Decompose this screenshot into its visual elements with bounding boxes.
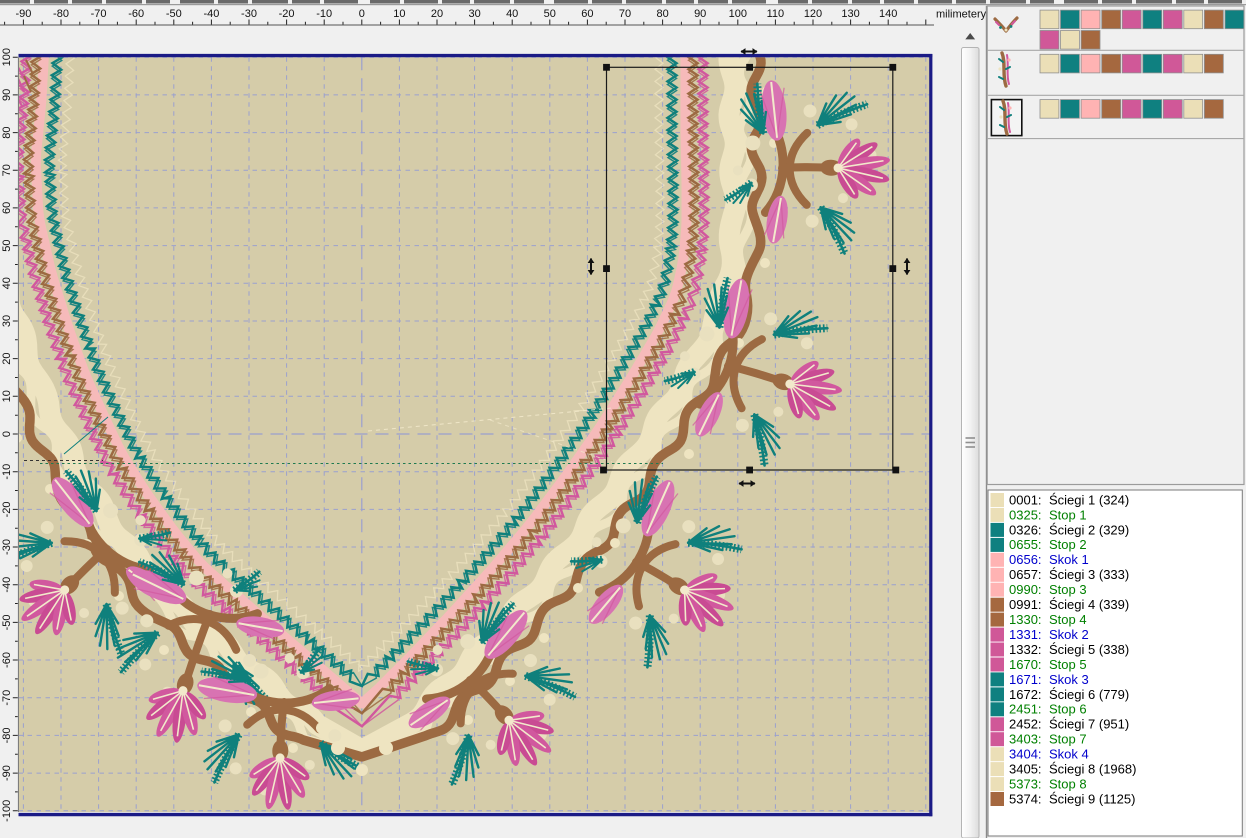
svg-text:-30: -30 bbox=[1, 539, 13, 555]
svg-text:-10: -10 bbox=[1, 464, 13, 480]
svg-text:-90: -90 bbox=[15, 8, 31, 20]
svg-text:Stop 5: Stop 5 bbox=[1049, 657, 1087, 672]
svg-text:120: 120 bbox=[804, 8, 822, 20]
svg-text:Ściegi 2 (329): Ściegi 2 (329) bbox=[1049, 522, 1129, 537]
svg-text:Ściegi 9 (1125): Ściegi 9 (1125) bbox=[1049, 791, 1135, 806]
svg-text:70: 70 bbox=[1, 164, 13, 176]
svg-text:Skok 3: Skok 3 bbox=[1049, 672, 1089, 687]
svg-text:1330:: 1330: bbox=[1009, 612, 1042, 627]
svg-text:-70: -70 bbox=[91, 8, 107, 20]
svg-text:3405:: 3405: bbox=[1009, 762, 1042, 777]
svg-text:-50: -50 bbox=[1, 614, 13, 630]
svg-text:3403:: 3403: bbox=[1009, 732, 1042, 747]
svg-text:-60: -60 bbox=[128, 8, 144, 20]
svg-text:40: 40 bbox=[506, 8, 518, 20]
svg-text:-30: -30 bbox=[241, 8, 257, 20]
svg-text:1671:: 1671: bbox=[1009, 672, 1042, 687]
svg-text:Ściegi 1 (324): Ściegi 1 (324) bbox=[1049, 492, 1129, 507]
svg-text:130: 130 bbox=[841, 8, 859, 20]
svg-text:0657:: 0657: bbox=[1009, 567, 1042, 582]
svg-text:30: 30 bbox=[468, 8, 480, 20]
svg-text:-20: -20 bbox=[279, 8, 295, 20]
svg-text:-50: -50 bbox=[166, 8, 182, 20]
svg-text:20: 20 bbox=[1, 352, 13, 364]
svg-text:Ściegi 6 (779): Ściegi 6 (779) bbox=[1049, 687, 1129, 702]
svg-text:-80: -80 bbox=[53, 8, 69, 20]
svg-text:-20: -20 bbox=[1, 501, 13, 517]
svg-text:-40: -40 bbox=[203, 8, 219, 20]
svg-text:Stop 6: Stop 6 bbox=[1049, 702, 1087, 717]
svg-text:80: 80 bbox=[656, 8, 668, 20]
svg-text:-10: -10 bbox=[316, 8, 332, 20]
svg-text:60: 60 bbox=[1, 202, 13, 214]
svg-text:Ściegi 4 (339): Ściegi 4 (339) bbox=[1049, 597, 1129, 612]
svg-text:-90: -90 bbox=[1, 765, 13, 781]
svg-text:0655:: 0655: bbox=[1009, 537, 1042, 552]
svg-text:5374:: 5374: bbox=[1009, 791, 1042, 806]
svg-text:milimetery: milimetery bbox=[936, 9, 987, 21]
svg-text:60: 60 bbox=[581, 8, 593, 20]
svg-text:Stop 1: Stop 1 bbox=[1049, 507, 1087, 522]
svg-text:80: 80 bbox=[1, 126, 13, 138]
svg-text:Ściegi 8 (1968): Ściegi 8 (1968) bbox=[1049, 762, 1136, 777]
svg-text:0: 0 bbox=[1, 431, 13, 437]
svg-text:Ściegi 7 (951): Ściegi 7 (951) bbox=[1049, 717, 1129, 732]
svg-text:110: 110 bbox=[767, 8, 785, 20]
svg-text:-100: -100 bbox=[1, 800, 13, 822]
svg-text:40: 40 bbox=[1, 277, 13, 289]
svg-text:1332:: 1332: bbox=[1009, 642, 1042, 657]
svg-text:50: 50 bbox=[1, 239, 13, 251]
svg-text:1331:: 1331: bbox=[1009, 627, 1042, 642]
svg-text:140: 140 bbox=[879, 8, 897, 20]
svg-text:50: 50 bbox=[544, 8, 556, 20]
svg-text:0991:: 0991: bbox=[1009, 597, 1042, 612]
svg-text:1670:: 1670: bbox=[1009, 657, 1042, 672]
svg-text:1672:: 1672: bbox=[1009, 687, 1042, 702]
svg-text:10: 10 bbox=[1, 390, 13, 402]
svg-text:0656:: 0656: bbox=[1009, 552, 1042, 567]
svg-text:5373:: 5373: bbox=[1009, 777, 1042, 792]
svg-text:100: 100 bbox=[1, 48, 13, 66]
svg-text:-80: -80 bbox=[1, 727, 13, 743]
svg-text:3404:: 3404: bbox=[1009, 747, 1042, 762]
svg-text:0326:: 0326: bbox=[1009, 522, 1042, 537]
svg-text:Ściegi 3 (333): Ściegi 3 (333) bbox=[1049, 567, 1129, 582]
svg-text:2452:: 2452: bbox=[1009, 717, 1042, 732]
svg-text:20: 20 bbox=[431, 8, 443, 20]
svg-text:Ściegi 5 (338): Ściegi 5 (338) bbox=[1049, 642, 1129, 657]
svg-text:Stop 8: Stop 8 bbox=[1049, 777, 1087, 792]
svg-text:0001:: 0001: bbox=[1009, 492, 1042, 507]
svg-text:-70: -70 bbox=[1, 690, 13, 706]
svg-text:Skok 4: Skok 4 bbox=[1049, 747, 1089, 762]
svg-text:Stop 3: Stop 3 bbox=[1049, 582, 1087, 597]
svg-text:2451:: 2451: bbox=[1009, 702, 1042, 717]
svg-text:100: 100 bbox=[729, 8, 747, 20]
svg-text:Skok 1: Skok 1 bbox=[1049, 552, 1089, 567]
svg-text:0990:: 0990: bbox=[1009, 582, 1042, 597]
svg-text:Stop 4: Stop 4 bbox=[1049, 612, 1087, 627]
svg-text:Stop 2: Stop 2 bbox=[1049, 537, 1087, 552]
svg-text:Stop 7: Stop 7 bbox=[1049, 732, 1087, 747]
svg-text:90: 90 bbox=[694, 8, 706, 20]
svg-text:30: 30 bbox=[1, 315, 13, 327]
svg-text:70: 70 bbox=[619, 8, 631, 20]
svg-text:-60: -60 bbox=[1, 652, 13, 668]
svg-text:0: 0 bbox=[359, 8, 365, 20]
svg-text:0325:: 0325: bbox=[1009, 507, 1042, 522]
svg-text:-40: -40 bbox=[1, 577, 13, 593]
svg-text:90: 90 bbox=[1, 89, 13, 101]
svg-text:Skok 2: Skok 2 bbox=[1049, 627, 1089, 642]
svg-text:10: 10 bbox=[393, 8, 405, 20]
